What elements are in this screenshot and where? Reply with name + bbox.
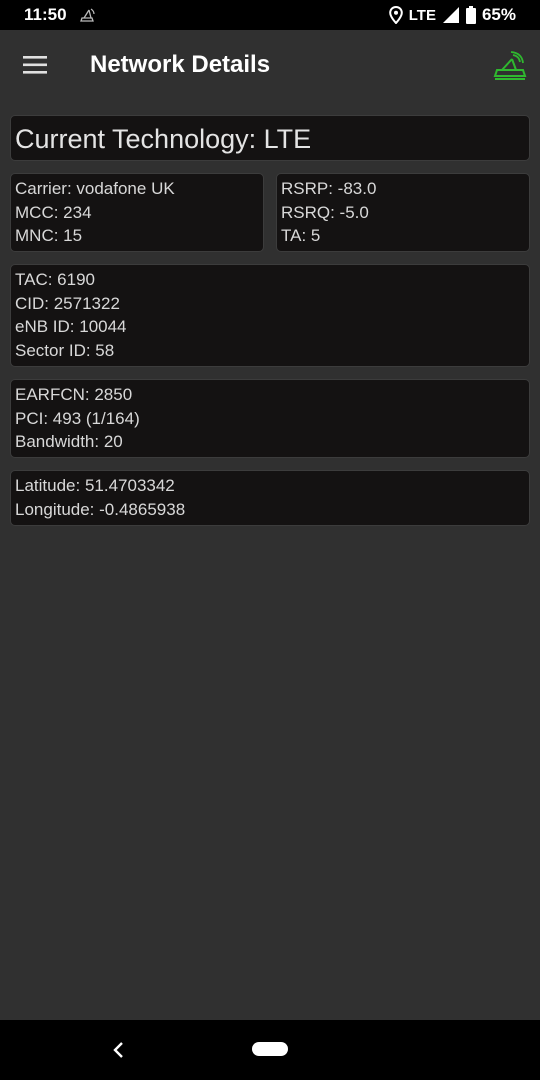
mcc-value: MCC: 234 <box>15 202 92 222</box>
carrier-card: Carrier: vodafone UK MCC: 234 MNC: 15 <box>10 173 264 252</box>
tac-value: TAC: 6190 <box>15 270 96 289</box>
network-type-label: LTE <box>408 6 436 24</box>
status-right-group: LTE 65% <box>388 5 516 25</box>
earfcn-value: EARFCN: 2850 <box>15 385 133 404</box>
location-pin-icon <box>388 6 403 24</box>
status-bar: 11:50 LTE 65% <box>0 0 540 30</box>
rsrp-value: RSRP: -83.0 <box>281 179 377 198</box>
channel-card: EARFCN: 2850 PCI: 493 (1/164) Bandwidth:… <box>10 379 530 458</box>
cell-identity-card: TAC: 6190 CID: 2571322 eNB ID: 10044 Sec… <box>10 264 530 367</box>
cell-signal-icon <box>442 7 459 23</box>
signal-tower-icon <box>80 8 95 22</box>
current-technology: Current Technology: LTE <box>15 124 312 154</box>
location-card: Latitude: 51.4703342 Longitude: -0.48659… <box>10 470 530 526</box>
rsrq-value: RSRQ: -5.0 <box>281 202 369 222</box>
technology-card: Current Technology: LTE <box>10 115 530 161</box>
back-chevron-icon[interactable] <box>108 1039 130 1061</box>
status-time: 11:50 <box>24 5 67 24</box>
enb-id-value: eNB ID: 10044 <box>15 317 127 336</box>
system-nav-bar <box>0 1020 540 1080</box>
bandwidth-value: Bandwidth: 20 <box>15 432 123 451</box>
home-pill[interactable] <box>252 1042 288 1056</box>
battery-icon <box>465 6 476 24</box>
pci-value: PCI: 493 (1/164) <box>15 408 140 428</box>
carrier-name: Carrier: vodafone UK <box>15 179 175 198</box>
hamburger-menu-icon[interactable] <box>18 48 52 82</box>
cid-value: CID: 2571322 <box>15 293 120 313</box>
longitude-value: Longitude: -0.4865938 <box>15 499 186 519</box>
ta-value: TA: 5 <box>281 226 321 245</box>
app-toolbar: Network Details <box>0 30 540 102</box>
signal-card: RSRP: -83.0 RSRQ: -5.0 TA: 5 <box>276 173 530 252</box>
tower-logo-icon[interactable] <box>492 50 528 82</box>
battery-percent: 65% <box>481 5 516 24</box>
page-title: Network Details <box>90 51 271 78</box>
mnc-value: MNC: 15 <box>15 226 83 245</box>
sector-id-value: Sector ID: 58 <box>15 340 115 360</box>
latitude-value: Latitude: 51.4703342 <box>15 476 175 495</box>
